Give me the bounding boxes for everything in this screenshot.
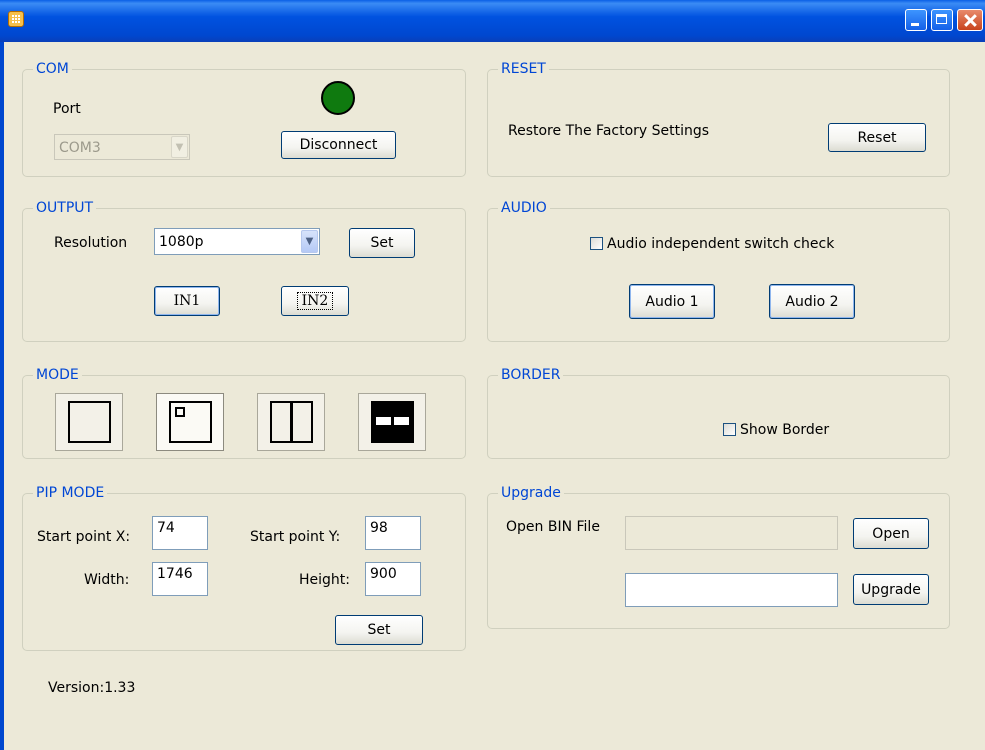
mode-single-button[interactable] [55, 393, 123, 451]
split-horizontal-icon [371, 401, 414, 443]
title-bar[interactable] [0, 0, 985, 42]
mode-split-vertical-button[interactable] [257, 393, 325, 451]
upgrade-group: Upgrade Open BIN File Open Upgrade [487, 485, 950, 629]
resolution-select[interactable]: 1080p ▼ [154, 228, 320, 255]
audio-independent-label[interactable]: Audio independent switch check [607, 236, 834, 252]
reset-group-title: RESET [498, 61, 549, 77]
audio-1-button-label: Audio 1 [645, 293, 699, 310]
chevron-down-icon[interactable]: ▼ [301, 230, 318, 253]
audio-2-button-label: Audio 2 [785, 293, 839, 310]
show-border-label[interactable]: Show Border [740, 422, 829, 438]
minimize-icon[interactable] [905, 9, 927, 31]
bin-file-path-field [625, 516, 838, 550]
reset-button-label: Reset [857, 129, 897, 146]
mode-group: MODE [22, 367, 466, 459]
reset-button[interactable]: Reset [828, 123, 926, 152]
mode-group-title: MODE [33, 367, 82, 383]
disconnect-button-label: Disconnect [299, 137, 378, 153]
pip-mode-group: PIP MODE Start point X: 74 Start point Y… [22, 485, 466, 651]
resolution-value: 1080p [159, 234, 204, 250]
output-set-button-label: Set [370, 235, 394, 251]
resolution-label: Resolution [54, 235, 128, 251]
start-y-label: Start point Y: [250, 529, 341, 545]
width-input[interactable]: 1746 [152, 562, 208, 596]
app-window: COM Port COM3 ▼ Disconnect RESET Restore… [0, 0, 985, 750]
open-button-label: Open [872, 525, 910, 542]
audio-group: AUDIO Audio independent switch check Aud… [487, 200, 950, 342]
upgrade-group-title: Upgrade [498, 485, 564, 501]
chevron-down-icon[interactable]: ▼ [171, 136, 188, 158]
start-x-label: Start point X: [37, 529, 131, 545]
mode-split-horizontal-button[interactable] [358, 393, 426, 451]
mode-pip-button[interactable] [156, 393, 224, 451]
close-icon[interactable] [957, 9, 983, 31]
pip-mode-group-title: PIP MODE [33, 485, 108, 501]
border-group: BORDER Show Border [487, 367, 950, 459]
upgrade-button[interactable]: Upgrade [853, 574, 929, 605]
single-window-icon [68, 401, 111, 443]
show-border-checkbox[interactable] [723, 423, 736, 436]
window-frame [0, 42, 4, 750]
in1-button-label: IN1 [173, 293, 201, 309]
app-icon[interactable] [8, 11, 24, 27]
pip-set-button[interactable]: Set [335, 615, 423, 645]
audio-1-button[interactable]: Audio 1 [629, 284, 715, 319]
output-group: OUTPUT Resolution 1080p ▼ Set IN1 IN2 [22, 200, 466, 342]
audio-independent-checkbox[interactable] [590, 237, 603, 250]
audio-group-title: AUDIO [498, 200, 550, 216]
height-input[interactable]: 900 [365, 562, 421, 596]
audio-2-button[interactable]: Audio 2 [769, 284, 855, 319]
start-y-input[interactable]: 98 [365, 516, 421, 550]
in1-button[interactable]: IN1 [154, 286, 220, 316]
start-x-input[interactable]: 74 [152, 516, 208, 550]
disconnect-button[interactable]: Disconnect [281, 131, 396, 159]
connection-status-indicator [321, 81, 355, 115]
pip-set-button-label: Set [367, 622, 391, 638]
split-divider [290, 403, 293, 441]
width-label: Width: [84, 572, 130, 588]
in2-button[interactable]: IN2 [281, 286, 349, 316]
open-bin-label: Open BIN File [506, 519, 600, 535]
port-value: COM3 [59, 140, 101, 156]
open-button[interactable]: Open [853, 518, 929, 549]
com-group: COM Port COM3 ▼ Disconnect [22, 61, 466, 177]
factory-settings-label: Restore The Factory Settings [508, 123, 710, 139]
split-vertical-icon [270, 401, 313, 443]
split-right-pane [394, 417, 409, 425]
output-set-button[interactable]: Set [349, 228, 415, 258]
pip-icon [169, 401, 212, 443]
split-left-pane [376, 417, 391, 425]
maximize-icon[interactable] [931, 9, 953, 31]
upgrade-status-field[interactable] [625, 573, 838, 607]
port-label: Port [53, 101, 81, 117]
output-group-title: OUTPUT [33, 200, 97, 216]
reset-group: RESET Restore The Factory Settings Reset [487, 61, 950, 177]
upgrade-button-label: Upgrade [861, 581, 921, 598]
in2-button-label: IN2 [296, 292, 334, 310]
border-group-title: BORDER [498, 367, 564, 383]
height-label: Height: [299, 572, 350, 588]
com-group-title: COM [33, 61, 72, 77]
version-label: Version:1.33 [48, 680, 136, 696]
port-select[interactable]: COM3 ▼ [54, 134, 190, 160]
pip-inset-box [175, 407, 185, 417]
